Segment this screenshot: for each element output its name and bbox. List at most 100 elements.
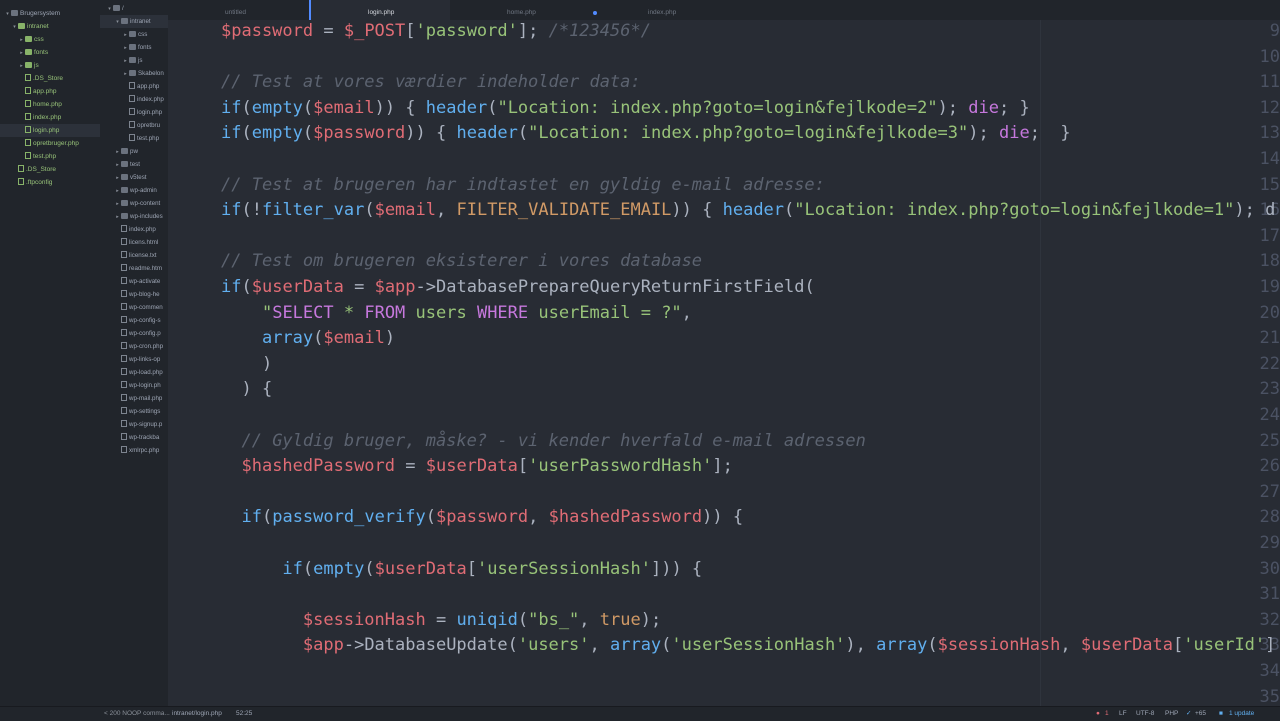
remote-tree-item[interactable]: wp-blog-he [100, 288, 160, 301]
line-number: 25 [1259, 430, 1280, 451]
code-line[interactable]: if(empty($password)) { header("Location:… [221, 120, 1071, 146]
file-icon [129, 108, 135, 115]
folder-icon [121, 187, 128, 193]
status-file-path[interactable]: intranet/login.php [172, 707, 222, 721]
status-bar: < 200 NOOP comma... intranet/login.php 5… [0, 706, 1280, 721]
tab-home-php[interactable]: home.php [450, 0, 597, 20]
status-updates[interactable]: 1 update [1229, 707, 1254, 721]
code-line[interactable]: ) { [221, 376, 272, 402]
code-line[interactable]: // Test at brugeren har indtastet en gyl… [221, 172, 825, 198]
remote-tree-item[interactable]: xmlrpc.php [100, 444, 159, 457]
remote-tree-item[interactable]: wp-cron.php [100, 340, 163, 353]
code-line[interactable]: // Test om brugeren eksisterer i vores d… [221, 248, 702, 274]
remote-tree-item[interactable]: wp-login.ph [100, 379, 161, 392]
folder-icon [121, 174, 128, 180]
project-tree-item[interactable]: .ftpconfig [0, 176, 52, 189]
project-tree-item[interactable]: test.php [0, 150, 56, 163]
project-tree-item[interactable]: ▾ intranet [0, 20, 49, 33]
remote-tree-item[interactable]: ▾ / [100, 2, 124, 15]
code-token: if [221, 200, 242, 221]
remote-tree-item[interactable]: wp-load.php [100, 366, 163, 379]
project-tree-item[interactable]: .DS_Store [0, 72, 63, 85]
remote-tree-item[interactable]: ▸ wp-includes [100, 210, 163, 223]
remote-tree-item[interactable]: wp-links-op [100, 353, 160, 366]
project-tree-item[interactable]: login.php [0, 124, 100, 137]
code-token: ( [302, 97, 314, 118]
remote-tree-item[interactable]: wp-config.p [100, 327, 161, 340]
file-icon [25, 152, 31, 159]
remote-tree-item[interactable]: readme.htm [100, 262, 162, 275]
code-line[interactable]: if(empty($userData['userSessionHash'])) … [221, 556, 702, 582]
folder-icon [129, 57, 136, 63]
status-encoding[interactable]: UTF-8 [1136, 707, 1154, 721]
remote-tree-item[interactable]: ▸ wp-admin [100, 184, 157, 197]
remote-tree-item[interactable]: wp-settings [100, 405, 160, 418]
remote-tree-item[interactable]: test.php [100, 132, 159, 145]
code-line[interactable]: $app->DatabaseUpdate('users', array('use… [221, 632, 1276, 658]
code-line[interactable]: // Gyldig bruger, måske? - vi kender hve… [221, 428, 865, 454]
remote-tree-item[interactable]: ▸ fonts [100, 41, 151, 54]
code-token: ( [487, 97, 498, 118]
tab-untitled[interactable]: untitled [168, 0, 309, 20]
remote-tree-item[interactable]: ▸ pw [100, 145, 138, 158]
code-line[interactable]: ) [221, 351, 272, 377]
project-tree-item[interactable]: index.php [0, 111, 61, 124]
project-tree-item[interactable]: ▸ css [0, 33, 44, 46]
remote-tree-item[interactable]: wp-commen [100, 301, 163, 314]
remote-tree-item[interactable]: login.php [100, 106, 162, 119]
remote-tree-item[interactable]: license.txt [100, 249, 157, 262]
line-number: 19 [1259, 277, 1280, 297]
project-tree-item[interactable]: home.php [0, 98, 62, 111]
bug-icon[interactable]: ● [1096, 707, 1100, 721]
code-line[interactable]: if(empty($email)) { header("Location: in… [221, 95, 1030, 121]
code-line[interactable]: $password = $_POST['password']; /*123456… [221, 20, 651, 44]
gift-icon: ■ [1219, 710, 1223, 717]
file-icon [25, 100, 31, 107]
remote-tree-item[interactable]: licens.html [100, 236, 158, 249]
project-tree-item[interactable]: ▸ js [0, 59, 39, 72]
remote-tree-item[interactable]: ▸ wp-content [100, 197, 160, 210]
code-line[interactable]: // Test at vores værdier indeholder data… [221, 69, 641, 95]
code-line[interactable]: "SELECT * FROM users WHERE userEmail = ?… [221, 300, 692, 326]
code-line[interactable]: if(password_verify($password, $hashedPas… [221, 504, 743, 530]
remote-tree-item[interactable]: index.php [100, 93, 164, 106]
remote-tree-item[interactable]: wp-config-s [100, 314, 161, 327]
status-line-ending[interactable]: LF [1119, 707, 1127, 721]
code-line[interactable]: $hashedPassword = $userData['userPasswor… [221, 453, 732, 479]
status-message[interactable]: < 200 NOOP comma... [104, 707, 170, 721]
remote-tree-item[interactable]: wp-trackba [100, 431, 159, 444]
code-line[interactable]: $sessionHash = uniqid("bs_", true); [221, 607, 661, 633]
remote-tree-item[interactable]: ▾ intranet [100, 15, 168, 28]
code-editor[interactable]: 9 $password = $_POST['password']; /*12345… [168, 20, 1280, 706]
remote-tree-item[interactable]: ▸ css [100, 28, 147, 41]
code-token: , [681, 302, 692, 323]
remote-tree-item[interactable]: ▸ test [100, 158, 140, 171]
remote-tree-item[interactable]: index.php [100, 223, 156, 236]
code-line[interactable]: if($userData = $app->DatabasePrepareQuer… [221, 274, 815, 300]
remote-tree-item[interactable]: app.php [100, 80, 159, 93]
status-cursor-position[interactable]: 52:25 [236, 707, 252, 721]
project-tree-item[interactable]: ▾ Brugersystem [0, 7, 60, 20]
project-tree-item[interactable]: opretbruger.php [0, 137, 79, 150]
issues-count[interactable]: 1 [1105, 707, 1109, 721]
remote-tree-item[interactable]: wp-signup.p [100, 418, 162, 431]
tab-index-php[interactable]: index.php [591, 0, 732, 20]
remote-tree-item[interactable]: ▸ v5test [100, 171, 147, 184]
status-git[interactable]: +65 [1195, 707, 1206, 721]
project-tree-item[interactable]: .DS_Store [0, 163, 56, 176]
project-tree-item[interactable]: ▸ fonts [0, 46, 48, 59]
remote-tree-item[interactable]: opretbru [100, 119, 160, 132]
remote-tree-item[interactable]: ▸ js [100, 54, 142, 67]
tab-login-php[interactable]: login.php [309, 0, 450, 20]
remote-tree-item-label: readme.htm [129, 265, 163, 272]
remote-tree-item[interactable]: ▸ Skabelon [100, 67, 164, 80]
file-icon [121, 264, 127, 271]
remote-tree-item[interactable]: wp-activate [100, 275, 160, 288]
code-line[interactable]: if(!filter_var($email, FILTER_VALIDATE_E… [221, 197, 1275, 223]
remote-tree-item[interactable]: wp-mail.php [100, 392, 162, 405]
project-tree-item[interactable]: app.php [0, 85, 57, 98]
code-line[interactable]: array($email) [221, 325, 395, 351]
line-number: 11 [1259, 72, 1280, 93]
code-token: password_verify [272, 507, 426, 528]
status-grammar[interactable]: PHP [1165, 707, 1178, 721]
